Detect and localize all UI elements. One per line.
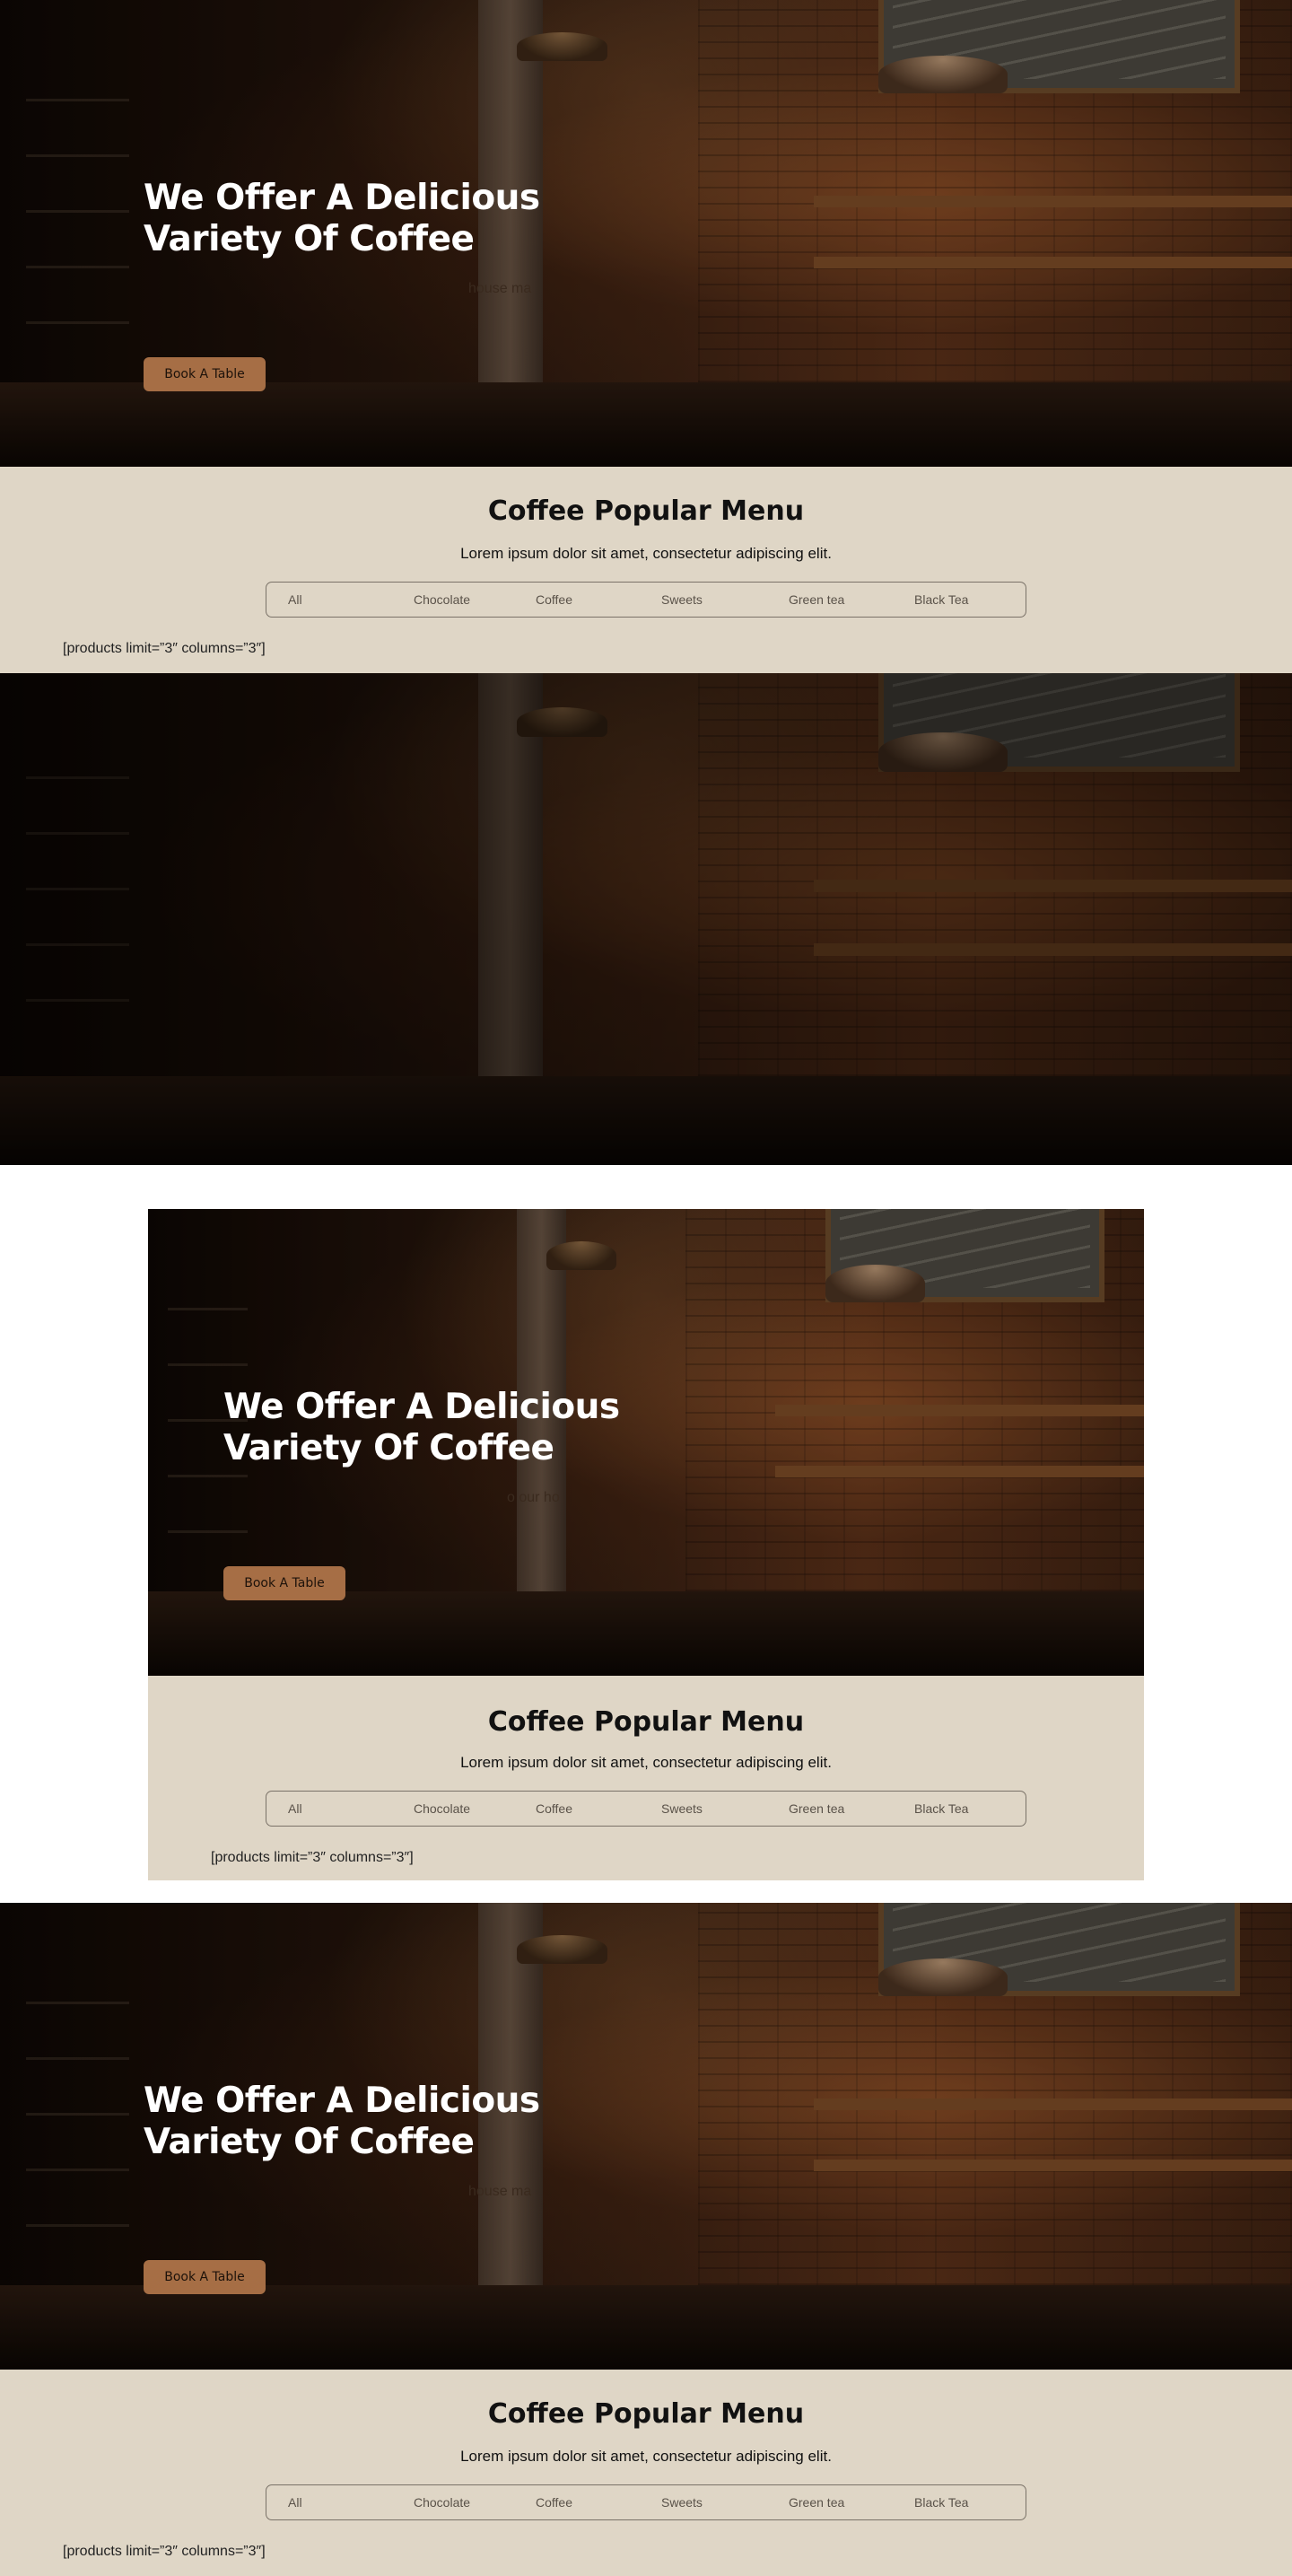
tab-all[interactable]: All xyxy=(288,2485,302,2519)
menu-title: Coffee Popular Menu xyxy=(487,495,805,527)
products-shortcode: [products limit=”3″ columns=”3″] xyxy=(211,1850,414,1865)
hero-title-line-1: We Offer A Delicious xyxy=(144,2081,540,2121)
menu-category-tabs: All Chocolate Coffee Sweets Green tea Bl… xyxy=(266,582,1026,618)
hero-title: We Offer A Delicious Variety Of Coffee xyxy=(144,2081,540,2163)
hero-title: We Offer A Delicious Variety Of Coffee xyxy=(144,178,540,260)
menu-subtitle: Lorem ipsum dolor sit amet, consectetur … xyxy=(460,1754,832,1771)
hero-tagline: house ma xyxy=(468,281,532,296)
hero-title-line-1: We Offer A Delicious xyxy=(223,1387,620,1427)
tab-sweets[interactable]: Sweets xyxy=(661,2485,703,2519)
menu-category-tabs: All Chocolate Coffee Sweets Green tea Bl… xyxy=(266,2484,1026,2520)
book-table-button[interactable]: Book A Table xyxy=(144,357,266,391)
tab-sweets[interactable]: Sweets xyxy=(661,583,703,617)
products-shortcode: [products limit=”3″ columns=”3″] xyxy=(63,641,266,656)
tab-chocolate[interactable]: Chocolate xyxy=(414,1792,470,1826)
menu-section-boxed: Coffee Popular Menu Lorem ipsum dolor si… xyxy=(148,1676,1144,1880)
menu-title: Coffee Popular Menu xyxy=(487,1706,805,1738)
menu-subtitle: Lorem ipsum dolor sit amet, consectetur … xyxy=(460,545,832,562)
hero-title-line-2: Variety Of Coffee xyxy=(144,2122,475,2162)
hero-tagline: house ma xyxy=(468,2184,532,2199)
tab-all[interactable]: All xyxy=(288,1792,302,1826)
menu-section-1: Coffee Popular Menu Lorem ipsum dolor si… xyxy=(0,467,1292,673)
hero-title: We Offer A Delicious Variety Of Coffee xyxy=(223,1387,620,1469)
hero-title-line-2: Variety Of Coffee xyxy=(144,219,475,259)
tab-sweets[interactable]: Sweets xyxy=(661,1792,703,1826)
tab-green-tea[interactable]: Green tea xyxy=(789,1792,844,1826)
hero-title-line-2: Variety Of Coffee xyxy=(223,1428,554,1468)
book-table-button[interactable]: Book A Table xyxy=(223,1566,345,1600)
products-shortcode: [products limit=”3″ columns=”3″] xyxy=(63,2544,266,2559)
tab-black-tea[interactable]: Black Tea xyxy=(914,583,968,617)
tab-all[interactable]: All xyxy=(288,583,302,617)
tab-coffee[interactable]: Coffee xyxy=(536,583,572,617)
tab-green-tea[interactable]: Green tea xyxy=(789,2485,844,2519)
cafe-background-dark-banner xyxy=(0,673,1292,1165)
menu-category-tabs: All Chocolate Coffee Sweets Green tea Bl… xyxy=(266,1791,1026,1827)
tab-black-tea[interactable]: Black Tea xyxy=(914,1792,968,1826)
hero-tagline: o our ho xyxy=(507,1490,560,1505)
book-table-button[interactable]: Book A Table xyxy=(144,2260,266,2294)
menu-title: Coffee Popular Menu xyxy=(487,2398,805,2430)
tab-coffee[interactable]: Coffee xyxy=(536,1792,572,1826)
tab-chocolate[interactable]: Chocolate xyxy=(414,583,470,617)
tab-green-tea[interactable]: Green tea xyxy=(789,583,844,617)
tab-chocolate[interactable]: Chocolate xyxy=(414,2485,470,2519)
tab-black-tea[interactable]: Black Tea xyxy=(914,2485,968,2519)
tab-coffee[interactable]: Coffee xyxy=(536,2485,572,2519)
hero-title-line-1: We Offer A Delicious xyxy=(144,178,540,218)
menu-subtitle: Lorem ipsum dolor sit amet, consectetur … xyxy=(460,2448,832,2465)
menu-section-2: Coffee Popular Menu Lorem ipsum dolor si… xyxy=(0,2370,1292,2576)
